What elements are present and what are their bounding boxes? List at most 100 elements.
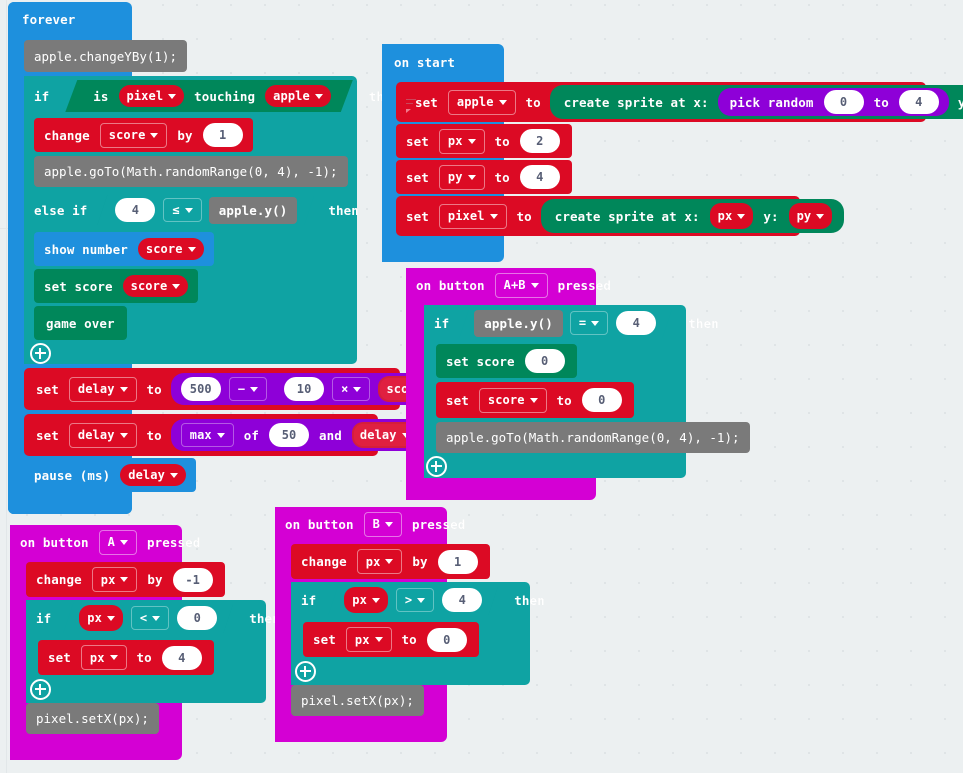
js-block-goto-2[interactable]: apple.goTo(Math.randomRange(0, 4), -1); bbox=[436, 422, 750, 453]
compare-value-field[interactable]: 0 bbox=[177, 606, 217, 630]
button-b-dropdown[interactable]: B bbox=[363, 511, 402, 537]
px-value-field[interactable]: 4 bbox=[161, 645, 202, 670]
plus-circle-icon[interactable] bbox=[30, 679, 51, 700]
set-score-block[interactable]: set score score bbox=[34, 269, 199, 303]
score-var-dropdown[interactable]: score bbox=[122, 275, 189, 297]
add-branch-button-b[interactable] bbox=[295, 661, 316, 686]
else-if-row[interactable]: else if 4 ≤ apple.y() then bbox=[24, 190, 399, 230]
is-touching-condition[interactable]: is pixel touching apple bbox=[65, 80, 353, 112]
px-var-reporter[interactable]: px bbox=[79, 605, 123, 631]
max-fn-dropdown[interactable]: max bbox=[180, 423, 234, 447]
change-px-block-b[interactable]: change px by 1 bbox=[291, 544, 490, 579]
create-sprite-reporter-2[interactable]: create sprite at x: px y: py bbox=[540, 199, 845, 233]
set-score-block-ab[interactable]: set score 0 bbox=[436, 344, 577, 378]
delay-var-dropdown[interactable]: delay bbox=[120, 464, 186, 486]
score-var-dropdown[interactable]: score bbox=[478, 387, 547, 413]
compare-operator-dropdown[interactable]: ≤ bbox=[163, 198, 201, 222]
set-delay-block-2[interactable]: set delay to max of 50 and delay bbox=[24, 414, 428, 456]
delay-var-dropdown[interactable]: delay bbox=[68, 422, 137, 448]
apple-var-dropdown[interactable]: apple bbox=[447, 89, 516, 115]
change-amount-field[interactable]: 1 bbox=[437, 549, 478, 574]
on-button-b-header[interactable]: on button B pressed bbox=[275, 507, 471, 541]
px-var-dropdown[interactable]: px bbox=[345, 627, 392, 652]
minus-operator-dropdown[interactable]: − bbox=[228, 377, 268, 401]
change-px-block-a[interactable]: change px by -1 bbox=[26, 562, 225, 597]
pause-block[interactable]: pause (ms) delay bbox=[24, 458, 196, 492]
set-px-block-a[interactable]: set px to 4 bbox=[38, 640, 214, 675]
on-start-header[interactable]: on start bbox=[382, 44, 461, 80]
change-amount-field[interactable]: 1 bbox=[202, 123, 243, 147]
py-value-field[interactable]: 4 bbox=[519, 165, 560, 189]
set-delay-block-1[interactable]: set delay to 500 − 10 × score bbox=[24, 368, 464, 410]
px-var-reporter[interactable]: px bbox=[709, 203, 754, 229]
if-row-b[interactable]: if px > 4 then bbox=[291, 582, 551, 618]
apple-y-reporter[interactable]: apple.y() bbox=[209, 197, 298, 224]
game-over-block[interactable]: game over bbox=[34, 306, 127, 340]
if-row-ab[interactable]: if apple.y() = 4 then bbox=[424, 305, 725, 341]
pick-random-reporter[interactable]: pick random 0 to 4 bbox=[717, 88, 949, 116]
js-block-goto-1[interactable]: apple.goTo(Math.randomRange(0, 4), -1); bbox=[34, 156, 348, 187]
if-row[interactable]: if is pixel touching apple then bbox=[24, 76, 405, 116]
operand-10-field[interactable]: 10 bbox=[284, 377, 325, 401]
px-value-field[interactable]: 2 bbox=[519, 129, 560, 153]
apple-y-reporter[interactable]: apple.y() bbox=[474, 310, 563, 337]
compare-left-field[interactable]: 4 bbox=[115, 198, 155, 222]
greater-than-operator-dropdown[interactable]: > bbox=[396, 588, 434, 612]
comparison-condition[interactable]: 4 ≤ apple.y() bbox=[97, 195, 314, 225]
add-branch-button-ab[interactable] bbox=[426, 456, 447, 481]
px-var-dropdown[interactable]: px bbox=[356, 549, 403, 574]
set-px-block[interactable]: set px to 2 bbox=[396, 124, 572, 158]
sprite-b-dropdown[interactable]: apple bbox=[265, 85, 331, 107]
px-less-than-condition[interactable]: px < 0 bbox=[63, 603, 233, 633]
compare-value-field[interactable]: 4 bbox=[442, 588, 482, 612]
show-number-block[interactable]: show number score bbox=[34, 232, 214, 266]
delay-var-dropdown[interactable]: delay bbox=[68, 376, 137, 402]
score-var-dropdown[interactable]: score bbox=[99, 122, 168, 148]
py-var-reporter[interactable]: py bbox=[788, 203, 833, 229]
js-block-setx-b[interactable]: pixel.setX(px); bbox=[291, 685, 424, 716]
pixel-var-dropdown[interactable]: pixel bbox=[438, 203, 507, 229]
blocks-workspace[interactable]: forever apple.changeYBy(1); if is pixel … bbox=[0, 0, 963, 773]
set-apple-block[interactable]: set apple to create sprite at x: pick ra… bbox=[396, 82, 963, 122]
forever-header[interactable]: forever bbox=[8, 2, 132, 36]
score-var-dropdown[interactable]: score bbox=[137, 238, 204, 260]
plus-circle-icon[interactable] bbox=[295, 661, 316, 682]
max-operand-a-field[interactable]: 50 bbox=[269, 423, 310, 447]
js-block-setx-a[interactable]: pixel.setX(px); bbox=[26, 703, 159, 734]
px-greater-than-condition[interactable]: px > 4 bbox=[328, 585, 498, 615]
add-branch-button[interactable] bbox=[30, 343, 51, 368]
less-than-operator-dropdown[interactable]: < bbox=[131, 606, 169, 630]
px-var-dropdown[interactable]: px bbox=[438, 128, 485, 154]
py-var-dropdown[interactable]: py bbox=[438, 164, 485, 190]
max-reporter[interactable]: max of 50 and delay bbox=[170, 419, 428, 451]
set-pixel-block[interactable]: set pixel to create sprite at x: px y: p… bbox=[396, 196, 845, 236]
px-var-reporter[interactable]: px bbox=[344, 587, 388, 613]
set-px-block-b[interactable]: set px to 0 bbox=[303, 622, 479, 657]
score-value-field[interactable]: 0 bbox=[581, 388, 622, 412]
change-amount-field[interactable]: -1 bbox=[172, 567, 213, 592]
score-value-field[interactable]: 0 bbox=[524, 349, 565, 373]
change-score-block[interactable]: change score by 1 bbox=[34, 118, 253, 152]
set-py-block[interactable]: set py to 4 bbox=[396, 160, 572, 194]
js-block-change-y[interactable]: apple.changeYBy(1); bbox=[24, 40, 187, 72]
on-button-ab-header[interactable]: on button A+B pressed bbox=[406, 268, 617, 302]
create-sprite-reporter[interactable]: create sprite at x: pick random 0 to 4 y… bbox=[549, 85, 963, 119]
set-score-var-block-ab[interactable]: set score to 0 bbox=[436, 382, 634, 418]
compare-value-field[interactable]: 4 bbox=[616, 311, 656, 335]
button-ab-dropdown[interactable]: A+B bbox=[494, 272, 548, 298]
plus-circle-icon[interactable] bbox=[426, 456, 447, 477]
px-value-field[interactable]: 0 bbox=[426, 627, 467, 652]
if-row-a[interactable]: if px < 0 then bbox=[26, 600, 286, 636]
plus-circle-icon[interactable] bbox=[30, 343, 51, 364]
times-operator-dropdown[interactable]: × bbox=[332, 377, 371, 401]
button-a-dropdown[interactable]: A bbox=[98, 529, 137, 555]
equals-operator-dropdown[interactable]: = bbox=[570, 311, 608, 335]
random-from-field[interactable]: 0 bbox=[823, 90, 864, 114]
apple-y-equals-condition[interactable]: apple.y() = 4 bbox=[459, 308, 672, 338]
sprite-a-dropdown[interactable]: pixel bbox=[119, 85, 185, 107]
random-to-field[interactable]: 4 bbox=[898, 90, 939, 114]
on-button-a-header[interactable]: on button A pressed bbox=[10, 525, 206, 559]
px-var-dropdown[interactable]: px bbox=[91, 567, 138, 592]
add-branch-button-a[interactable] bbox=[30, 679, 51, 704]
px-var-dropdown[interactable]: px bbox=[80, 645, 127, 670]
